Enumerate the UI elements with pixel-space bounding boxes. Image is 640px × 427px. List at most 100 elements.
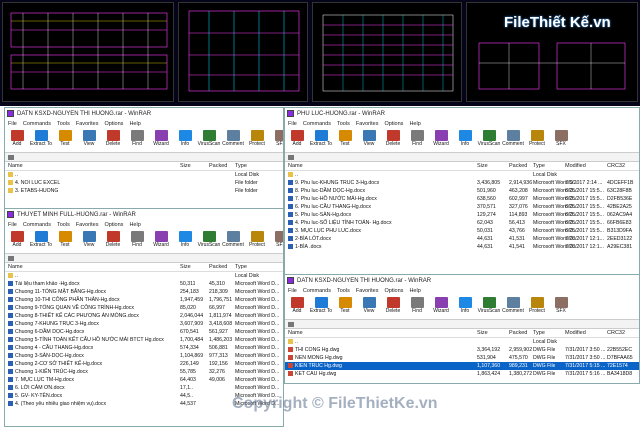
delete-button[interactable]: Delete <box>381 129 405 147</box>
file-row[interactable]: 7. Phu luc-HỒ NƯỚC MÁI-Hg.docx 638,560 602… <box>285 195 639 203</box>
sfx-button[interactable]: SFX <box>549 129 573 147</box>
protect-button[interactable]: Protect <box>245 129 269 147</box>
col-packed[interactable]: Packed <box>209 263 227 272</box>
col-name[interactable]: Name <box>288 162 303 171</box>
find-button[interactable]: Find <box>405 296 429 314</box>
file-row[interactable]: .. Local Disk <box>5 272 283 280</box>
col-packed[interactable]: Packed <box>209 162 227 171</box>
menu-file[interactable]: File <box>8 222 17 228</box>
col-packed[interactable]: Packed <box>509 162 527 171</box>
comment-button[interactable]: Comment <box>221 230 245 248</box>
file-row[interactable]: Chuong 2-CƠ SỞ THIẾT KẾ-Hg.docx 226,149 19… <box>5 360 283 368</box>
comment-button[interactable]: Comment <box>501 129 525 147</box>
up-folder-icon[interactable] <box>8 155 14 160</box>
file-row[interactable]: Chuong 4 - CẦU THANG-Hg.docx 574,334 506,8… <box>5 344 283 352</box>
file-row[interactable]: 1-BÌA .docx 44,631 41,541 Microsoft Word D.… <box>285 243 639 251</box>
menu-tools[interactable]: Tools <box>337 121 350 127</box>
up-folder-icon[interactable] <box>288 322 294 327</box>
menu-options[interactable]: Options <box>384 121 403 127</box>
file-row[interactable]: KIEN TRUC Hg.dwg 1,107,360 989,231 DWG File… <box>285 362 639 370</box>
extract-to-button[interactable]: Extract To <box>309 296 333 314</box>
view-button[interactable]: View <box>357 129 381 147</box>
file-row[interactable]: Chuong 1-KIẾN TRÚC-Hg.docx 55,785 32,276 Mi… <box>5 368 283 376</box>
add-button[interactable]: Add <box>5 129 29 147</box>
delete-button[interactable]: Delete <box>381 296 405 314</box>
virusscan-button[interactable]: VirusScan <box>197 230 221 248</box>
col-size[interactable]: Size <box>477 329 488 338</box>
file-row[interactable]: Chuong 11-TỔNG MẶT BẰNG-Hg.docx 254,183 21… <box>5 288 283 296</box>
wizard-button[interactable]: Wizard <box>149 129 173 147</box>
info-button[interactable]: Info <box>173 230 197 248</box>
info-button[interactable]: Info <box>453 129 477 147</box>
file-row[interactable]: Tài liệu tham khảo -Hg.docx 50,311 45,310 M… <box>5 280 283 288</box>
col-type[interactable]: Type <box>235 263 247 272</box>
file-row[interactable]: 3. ETABS-HUONG File folder <box>5 187 283 195</box>
wizard-button[interactable]: Wizard <box>429 129 453 147</box>
delete-button[interactable]: Delete <box>101 129 125 147</box>
file-row[interactable]: 2-BÌA LÓT.docx 44,631 41,531 Microsoft Word… <box>285 235 639 243</box>
file-row[interactable]: 5. Phu luc-SÀN-Hg.docx 129,274 114,893 Micr… <box>285 211 639 219</box>
test-button[interactable]: Test <box>53 230 77 248</box>
col-size[interactable]: Size <box>477 162 488 171</box>
menu-tools[interactable]: Tools <box>57 121 70 127</box>
extract-to-button[interactable]: Extract To <box>29 230 53 248</box>
find-button[interactable]: Find <box>405 129 429 147</box>
address-bar[interactable] <box>285 320 639 329</box>
menu-options[interactable]: Options <box>104 222 123 228</box>
col-packed[interactable]: Packed <box>509 329 527 338</box>
file-row[interactable]: KET CAU Hg.dwg 1,863,424 1,380,272 DWG File… <box>285 370 639 378</box>
menu-favorites[interactable]: Favorites <box>76 222 99 228</box>
col-crc32[interactable]: CRC32 <box>607 162 625 171</box>
test-button[interactable]: Test <box>333 296 357 314</box>
menu-commands[interactable]: Commands <box>23 121 51 127</box>
virusscan-button[interactable]: VirusScan <box>477 129 501 147</box>
virusscan-button[interactable]: VirusScan <box>477 296 501 314</box>
file-row[interactable]: Chuong 6-DẦM DỌC-Hg.docx 670,541 561,927 Mi… <box>5 328 283 336</box>
menu-help[interactable]: Help <box>129 222 140 228</box>
menu-commands[interactable]: Commands <box>303 288 331 294</box>
file-row[interactable]: Chuong 7-KHUNG TRỤC 3-Hg.docx 3,607,909 3,… <box>5 320 283 328</box>
col-name[interactable]: Name <box>8 162 23 171</box>
menu-options[interactable]: Options <box>384 288 403 294</box>
sfx-button[interactable]: SFX <box>269 129 283 147</box>
add-button[interactable]: Add <box>285 129 309 147</box>
file-row[interactable]: 8. Phu luc-DẦM DỌC-Hg.docx 501,960 463,208… <box>285 187 639 195</box>
up-folder-icon[interactable] <box>288 155 294 160</box>
menu-file[interactable]: File <box>288 121 297 127</box>
comment-button[interactable]: Comment <box>221 129 245 147</box>
col-size[interactable]: Size <box>180 162 191 171</box>
delete-button[interactable]: Delete <box>101 230 125 248</box>
menu-options[interactable]: Options <box>104 121 123 127</box>
menu-help[interactable]: Help <box>129 121 140 127</box>
col-modified[interactable]: Modified <box>565 329 586 338</box>
col-name[interactable]: Name <box>288 329 303 338</box>
file-row[interactable]: 4. Phu luc-SỐ LIỆU TÍNH TOÁN- Hg.docx 62,… <box>285 219 639 227</box>
extract-to-button[interactable]: Extract To <box>29 129 53 147</box>
file-row[interactable]: 7. MỤC LỤC TM-Hg.docx 64,403 49,006 Microso… <box>5 376 283 384</box>
sfx-button[interactable]: SFX <box>549 296 573 314</box>
extract-to-button[interactable]: Extract To <box>309 129 333 147</box>
file-row[interactable]: 6. LỜI CẢM ƠN.docx 17,1.. Microsoft Word D… <box>5 384 283 392</box>
file-row[interactable]: Chuong 8-THIẾT KẾ CÁC PHƯƠNG ÁN MÓNG.doc… <box>5 312 283 320</box>
add-button[interactable]: Add <box>5 230 29 248</box>
find-button[interactable]: Find <box>125 230 149 248</box>
info-button[interactable]: Info <box>173 129 197 147</box>
comment-button[interactable]: Comment <box>501 296 525 314</box>
file-row[interactable]: 9. Phu luc-KHUNG TRUC 3-Hg.docx 3,436,805… <box>285 179 639 187</box>
file-row[interactable]: NEN MONG Hg.dwg 531,904 475,570 DWG File 7/3… <box>285 354 639 362</box>
protect-button[interactable]: Protect <box>525 129 549 147</box>
file-row[interactable]: Chuong 5-TÍNH TOÁN KẾT CẤU HỒ NƯỚC MÁI B… <box>5 336 283 344</box>
col-type[interactable]: Type <box>235 162 247 171</box>
winrar-window-datn[interactable]: DATN KSXD-NGUYEN THI HUONG.rar - WinRAR … <box>4 107 284 210</box>
address-bar[interactable] <box>285 153 639 162</box>
file-row[interactable]: .. Local Disk <box>285 171 639 179</box>
menu-help[interactable]: Help <box>409 288 420 294</box>
view-button[interactable]: View <box>357 296 381 314</box>
file-row[interactable]: .. Local Disk <box>285 338 639 346</box>
col-crc32[interactable]: CRC32 <box>607 329 625 338</box>
file-row[interactable]: Chuong 10-THI CÔNG PHẦN THÂN-Hg.docx 1,94… <box>5 296 283 304</box>
menu-file[interactable]: File <box>288 288 297 294</box>
file-row[interactable]: 4. NOI LUC EXCEL File folder <box>5 179 283 187</box>
menu-help[interactable]: Help <box>409 121 420 127</box>
find-button[interactable]: Find <box>125 129 149 147</box>
